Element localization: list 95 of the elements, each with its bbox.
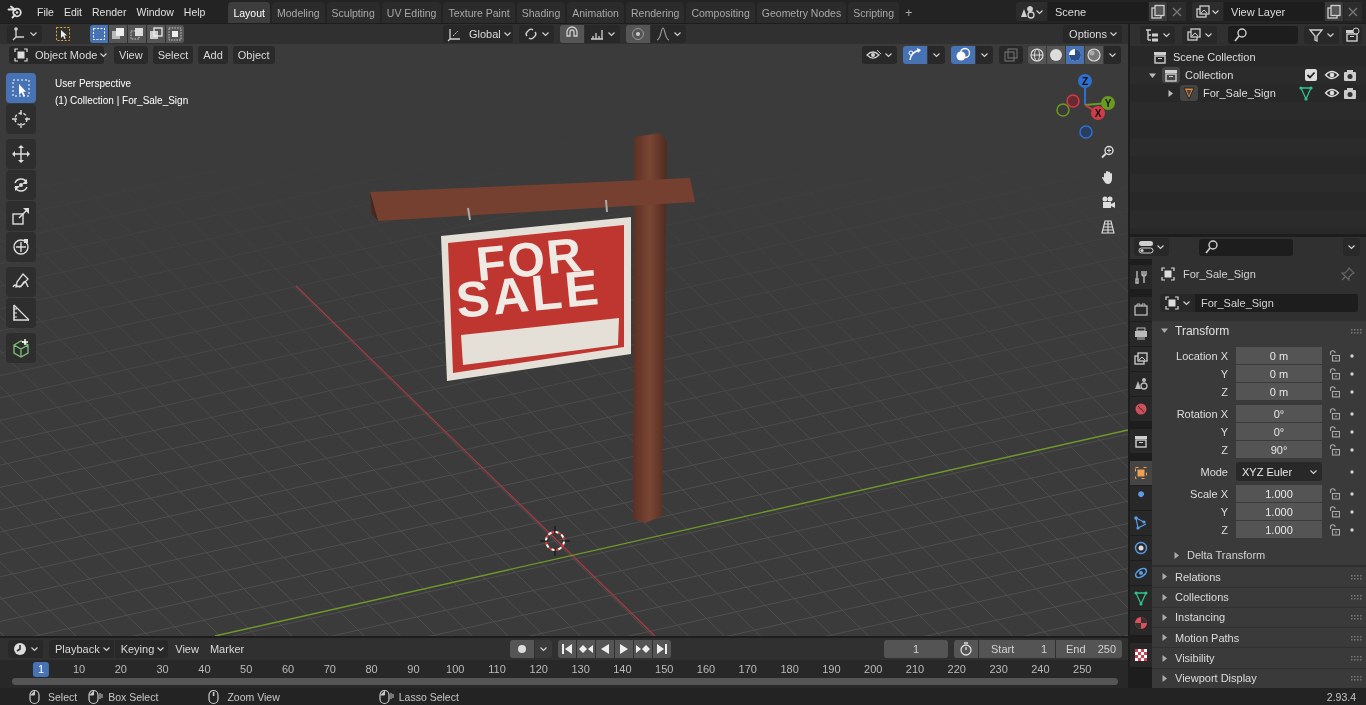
menu-item[interactable]: View [171,640,203,658]
tree-item-label[interactable]: Scene Collection [1173,51,1256,63]
menu-item[interactable]: Help [178,5,211,18]
number-field[interactable]: 0° [1236,423,1322,441]
start-frame-field[interactable]: Start 1 [979,640,1055,658]
frame-number: 220 [946,662,967,677]
workspace-tab[interactable]: Scripting [848,2,899,23]
frame-number: 140 [612,662,633,677]
status-hint: Zoom View [227,690,280,703]
field-label: Y [1219,425,1228,438]
status-hint: Select [48,690,78,703]
object-name: For_Sale_Sign [1183,267,1257,280]
frame-number: 150 [654,662,675,677]
viewport-info-text: User Perspective [55,77,132,91]
scene-name-field[interactable]: Scene [1048,2,1148,21]
workspace-tab[interactable]: Animation [567,2,624,23]
field-label: Z [1220,523,1228,536]
workspace-tab[interactable]: Rendering [625,2,685,23]
frame-number: 240 [1030,662,1051,677]
menu-item[interactable]: Marker [205,640,249,658]
field-label: Location X [1175,349,1228,362]
number-field[interactable]: 0 m [1236,365,1322,383]
workspace-tab[interactable]: Sculpting [326,2,380,23]
frame-number: 120 [528,662,549,677]
number-field[interactable]: 0 m [1236,347,1322,365]
menu-item[interactable]: Select [152,46,194,64]
axis-label: Y [1104,97,1112,109]
orientation-dropdown[interactable]: Global [443,25,513,43]
menu-item[interactable]: Window [131,5,179,18]
frame-number: 200 [863,662,884,677]
number-field[interactable]: 0 m [1236,383,1322,401]
field-label: Z [1220,443,1228,456]
rotation-mode-dropdown[interactable]: XYZ Euler [1236,462,1322,482]
field-label: Rotation X [1175,407,1228,420]
number-field[interactable]: 1.000 [1236,521,1322,539]
frame-number: 30 [155,662,170,677]
tree-item-label[interactable]: Collection [1185,69,1234,81]
workspace-tab[interactable]: Texture Paint [443,2,515,23]
subpanel-title[interactable]: Delta Transform [1187,549,1266,562]
axis-label: Z [1081,75,1089,87]
current-frame-field[interactable]: 1 [884,640,948,658]
axis-label: X [1094,107,1102,119]
viewport-info-text: (1) Collection | For_Sale_Sign [55,94,189,108]
frame-number: 180 [779,662,800,677]
workspace-tab[interactable]: UV Editing [381,2,442,23]
field-label: Scale X [1189,487,1228,500]
menu-item[interactable]: Add [198,46,228,64]
frame-number: 210 [904,662,926,677]
number-field[interactable]: 1.000 [1236,485,1322,503]
panel-title[interactable]: Transform [1175,323,1344,338]
version-label: 2.93.4 [1326,690,1356,703]
menu-item[interactable]: Render [87,5,132,18]
menu-dropdown[interactable]: Playback [49,640,114,658]
frame-number: 160 [695,662,717,677]
status-hint: Lasso Select [398,690,459,703]
mode-dropdown[interactable]: Object Mode [9,46,104,64]
workspace-tab[interactable]: Compositing [686,2,755,23]
field-label: Y [1219,505,1228,518]
menu-item[interactable]: Object [232,46,275,64]
frame-number: 70 [322,662,337,677]
frame-number: 40 [197,662,212,677]
menu-item[interactable]: Edit [58,5,87,18]
tree-item-label[interactable]: For_Sale_Sign [1203,87,1276,99]
field-label: Y [1219,367,1228,380]
view-layer-name-field[interactable]: View Layer [1224,2,1324,21]
workspace-tab[interactable]: Layout [228,2,270,23]
frame-number: 100 [445,662,466,677]
frame-number: 10 [71,662,87,677]
status-hint: Box Select [108,690,159,703]
frame-number: 80 [364,662,379,677]
workspace-tab[interactable]: Geometry Nodes [756,2,847,23]
frame-number: 60 [280,662,296,677]
frame-number: 130 [570,662,591,677]
number-field[interactable]: 0° [1236,405,1322,423]
field-label: Mode [1199,465,1228,478]
frame-number: 170 [737,662,758,677]
options-dropdown[interactable]: Options [1063,25,1122,43]
workspace-tab[interactable]: Modeling [271,2,325,23]
frame-number: 50 [239,662,254,677]
frame-number: 190 [821,662,842,677]
menu-item[interactable]: File [32,5,59,18]
frame-number: 230 [988,662,1009,677]
object-name-field[interactable]: For_Sale_Sign [1195,294,1358,313]
frame-number: 1 [32,662,50,677]
frame-number: 90 [406,662,421,677]
menu-dropdown[interactable]: Keying [114,640,169,658]
menu-item[interactable]: View [114,46,148,64]
field-label: Z [1220,385,1228,398]
frame-number: 250 [1072,662,1093,677]
number-field[interactable]: 1.000 [1236,503,1322,521]
workspace-tab[interactable]: Shading [516,2,566,23]
end-frame-field[interactable]: End 250 [1056,640,1122,658]
number-field[interactable]: 90° [1236,441,1322,459]
frame-number: 110 [487,662,507,677]
frame-number: 20 [113,662,128,677]
